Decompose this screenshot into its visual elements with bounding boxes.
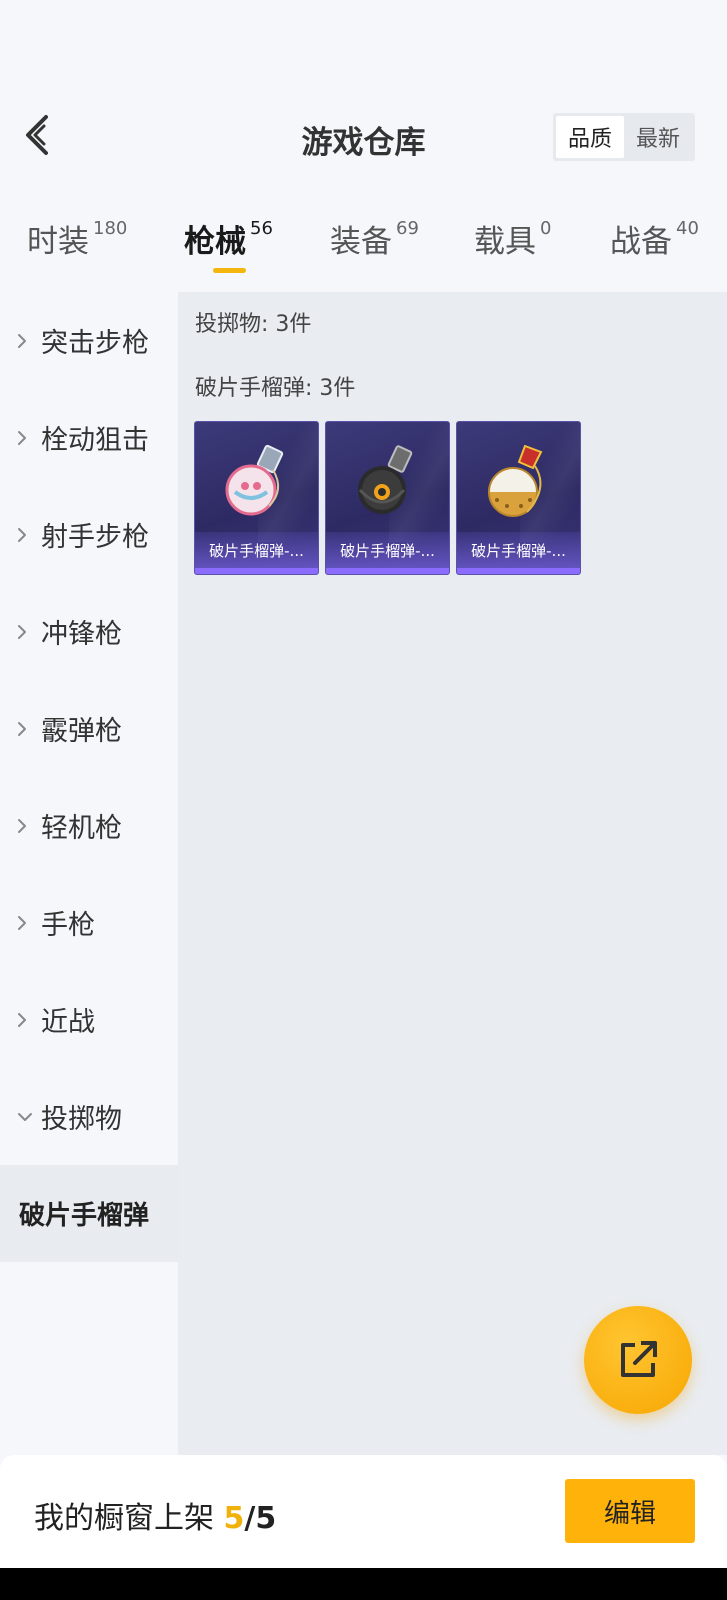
sidebar-item-lmg[interactable]: 轻机枪 xyxy=(0,777,178,874)
subcategory-summary: 破片手榴弹: 3件 xyxy=(195,376,356,401)
chevron-right-icon xyxy=(16,429,36,447)
tab-label: 装备 xyxy=(330,224,392,260)
chevron-right-icon xyxy=(16,332,36,350)
tab-label: 时装 xyxy=(27,224,89,260)
category-tabs: 时装 180 枪械 56 装备 69 载具 0 战备 40 xyxy=(0,216,727,276)
edit-button[interactable]: 编辑 xyxy=(565,1479,695,1543)
sidebar-item-smg[interactable]: 冲锋枪 xyxy=(0,583,178,680)
item-name: 破片手榴弹-... xyxy=(195,532,318,568)
showcase-current: 5 xyxy=(223,1501,245,1536)
item-card[interactable]: 破片手榴弹-... xyxy=(456,421,581,575)
tab-supplies[interactable]: 战备 40 xyxy=(610,216,699,276)
category-summary: 投掷物: 3件 xyxy=(195,312,312,337)
sidebar-item-label: 手枪 xyxy=(41,910,95,941)
sidebar: 突击步枪 栓动狙击 射手步枪 冲锋枪 霰弹枪 轻机枪 手枪 近战 投掷物 破片手… xyxy=(0,292,178,1455)
rarity-strip xyxy=(326,568,449,574)
chevron-right-icon xyxy=(16,1011,36,1029)
chevron-down-icon xyxy=(16,1111,36,1123)
sidebar-item-marksman-rifle[interactable]: 射手步枪 xyxy=(0,486,178,583)
external-link-icon xyxy=(621,1341,657,1377)
sidebar-item-assault-rifle[interactable]: 突击步枪 xyxy=(0,292,178,389)
content-panel: 投掷物: 3件 破片手榴弹: 3件 破片手榴弹-... 破片手榴弹-... 破片… xyxy=(178,292,727,1455)
tab-vehicles[interactable]: 载具 0 xyxy=(474,216,551,276)
pink-grenade-icon xyxy=(225,444,284,516)
item-name: 破片手榴弹-... xyxy=(457,532,580,568)
sidebar-item-pistol[interactable]: 手枪 xyxy=(0,874,178,971)
tab-count: 0 xyxy=(540,218,552,239)
sidebar-item-label: 突击步枪 xyxy=(41,328,149,359)
chevron-right-icon xyxy=(16,817,36,835)
tab-count: 56 xyxy=(250,218,273,239)
item-grid: 破片手榴弹-... 破片手榴弹-... 破片手榴弹-... xyxy=(194,421,581,575)
sidebar-item-shotgun[interactable]: 霰弹枪 xyxy=(0,680,178,777)
sidebar-item-throwables[interactable]: 投掷物 xyxy=(0,1068,178,1165)
sidebar-item-label: 射手步枪 xyxy=(41,522,149,553)
tab-label: 战备 xyxy=(610,224,672,260)
item-name: 破片手榴弹-... xyxy=(326,532,449,568)
sidebar-item-melee[interactable]: 近战 xyxy=(0,971,178,1068)
sidebar-item-label: 冲锋枪 xyxy=(41,619,122,650)
item-card[interactable]: 破片手榴弹-... xyxy=(325,421,450,575)
showcase-separator: / xyxy=(244,1501,256,1536)
tab-fashion[interactable]: 时装 180 xyxy=(27,216,127,276)
item-card[interactable]: 破片手榴弹-... xyxy=(194,421,319,575)
tab-count: 40 xyxy=(676,218,699,239)
showcase-bar: 我的橱窗上架 5/5 编辑 xyxy=(0,1455,727,1568)
showcase-label: 我的橱窗上架 xyxy=(34,1501,214,1536)
system-nav-bar xyxy=(0,1568,727,1600)
rarity-strip xyxy=(195,568,318,574)
showcase-status: 我的橱窗上架 5/5 xyxy=(34,1493,276,1537)
sidebar-item-label: 霰弹枪 xyxy=(41,716,122,747)
chevron-right-icon xyxy=(16,914,36,932)
chevron-right-icon xyxy=(16,720,36,738)
chevron-right-icon xyxy=(16,623,36,641)
sidebar-item-label: 投掷物 xyxy=(41,1104,122,1135)
sidebar-item-label: 栓动狙击 xyxy=(41,425,149,456)
black-grenade-icon xyxy=(358,445,413,514)
sidebar-item-bolt-sniper[interactable]: 栓动狙击 xyxy=(0,389,178,486)
sidebar-item-label: 近战 xyxy=(41,1007,95,1038)
tab-count: 69 xyxy=(396,218,419,239)
showcase-total: 5 xyxy=(255,1501,277,1536)
sidebar-subitem-label: 破片手榴弹 xyxy=(19,1201,150,1231)
tab-label: 载具 xyxy=(474,224,536,260)
tab-equipment[interactable]: 装备 69 xyxy=(330,216,419,276)
rarity-strip xyxy=(457,568,580,574)
tab-label: 枪械 xyxy=(184,224,246,260)
sort-by-newest[interactable]: 最新 xyxy=(624,116,692,158)
sidebar-item-label: 轻机枪 xyxy=(41,813,122,844)
sidebar-subitem-frag-grenade[interactable]: 破片手榴弹 xyxy=(0,1165,178,1262)
tab-firearms[interactable]: 枪械 56 xyxy=(184,216,273,276)
chevron-right-icon xyxy=(16,526,36,544)
tab-count: 180 xyxy=(93,218,128,239)
gold-grenade-icon xyxy=(488,444,543,517)
sort-toggle: 品质 最新 xyxy=(553,113,695,161)
sort-by-quality[interactable]: 品质 xyxy=(556,116,624,158)
share-button[interactable] xyxy=(584,1306,692,1414)
active-tab-indicator xyxy=(213,268,246,273)
